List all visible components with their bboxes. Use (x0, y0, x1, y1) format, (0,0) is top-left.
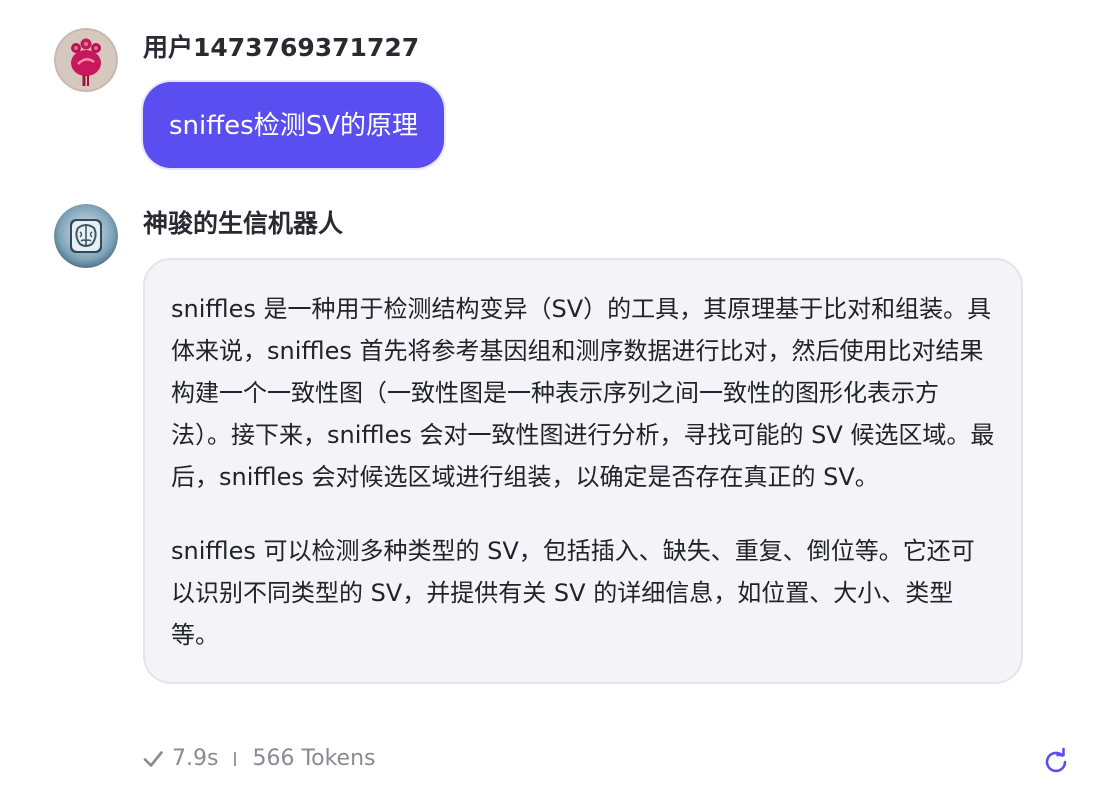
user-message-column: 用户1473769371727 sniffes检测SV的原理 (143, 28, 444, 168)
response-duration: 7.9s (172, 746, 219, 771)
bot-avatar[interactable] (54, 204, 118, 268)
chat-page: 用户1473769371727 sniffes检测SV的原理 神骏的生信机器人 … (0, 0, 1102, 798)
user-message-row: 用户1473769371727 sniffes检测SV的原理 (54, 28, 444, 168)
brain-robot-avatar-icon (54, 204, 118, 268)
bot-message-bubble[interactable]: sniffles 是一种用于检测结构变异（SV）的工具，其原理基于比对和组装。具… (143, 258, 1023, 684)
regenerate-button[interactable] (1040, 746, 1072, 778)
user-message-bubble[interactable]: sniffes检测SV的原理 (143, 82, 444, 168)
response-meta: 7.9s 566 Tokens (142, 742, 376, 776)
user-avatar[interactable] (54, 28, 118, 92)
bot-message-row: 神骏的生信机器人 sniffles 是一种用于检测结构变异（SV）的工具，其原理… (54, 204, 1023, 684)
bot-name: 神骏的生信机器人 (143, 209, 344, 238)
bot-message-column: 神骏的生信机器人 sniffles 是一种用于检测结构变异（SV）的工具，其原理… (143, 204, 1023, 684)
token-count: 566 Tokens (252, 746, 376, 771)
user-name: 用户1473769371727 (143, 33, 420, 62)
pink-flower-avatar-icon (54, 28, 118, 92)
check-icon (143, 751, 163, 767)
bot-paragraph-1: sniffles 是一种用于检测结构变异（SV）的工具，其原理基于比对和组装。具… (171, 295, 995, 491)
meta-divider (234, 752, 237, 766)
bot-paragraph-2: sniffles 可以检测多种类型的 SV，包括插入、缺失、重复、倒位等。它还可… (171, 537, 975, 649)
refresh-icon (1045, 747, 1067, 773)
